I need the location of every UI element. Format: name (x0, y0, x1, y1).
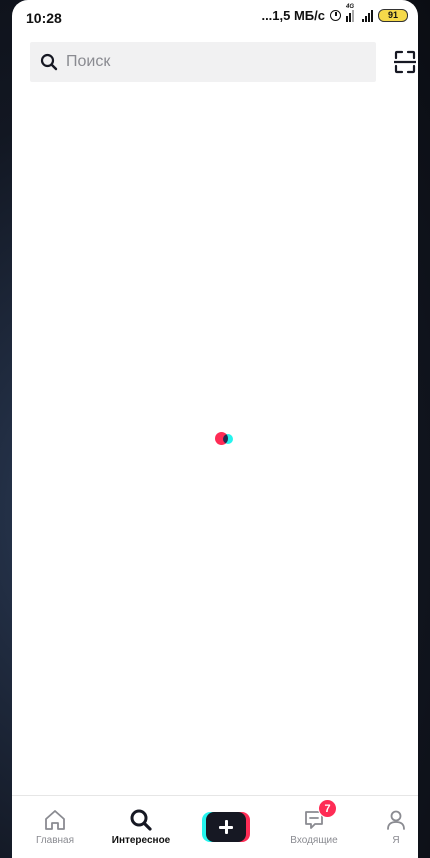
nav-home[interactable]: Главная (30, 796, 80, 858)
nav-home-label: Главная (35, 835, 75, 846)
signal-icon (362, 9, 373, 22)
search-icon (40, 53, 58, 71)
nav-discover-label: Интересное (111, 835, 171, 846)
app-screen: 10:28 ...1,5 МБ/с 4G 91 Поиск Главная Ин… (12, 0, 418, 858)
inbox-badge: 7 (318, 799, 337, 818)
loader-cyan-dot (223, 434, 233, 444)
search-placeholder: Поиск (66, 53, 111, 70)
status-bar: 10:28 ...1,5 МБ/с 4G 91 (12, 0, 418, 38)
profile-icon (387, 810, 405, 830)
network-speed: ...1,5 МБ/с (261, 8, 325, 23)
nav-profile[interactable]: Я (378, 796, 414, 858)
loading-indicator (215, 431, 237, 447)
battery-icon: 91 (378, 9, 408, 22)
nav-inbox-label: Входящие (290, 835, 338, 846)
status-indicators: ...1,5 МБ/с 4G 91 (261, 4, 408, 23)
network-type: 4G (346, 3, 355, 10)
search-input[interactable]: Поиск (30, 42, 376, 82)
signal-4g-icon: 4G (346, 4, 357, 22)
scan-icon[interactable] (394, 50, 416, 74)
home-icon (45, 810, 65, 830)
nav-discover[interactable]: Интересное (106, 796, 176, 858)
nav-profile-label: Я (392, 835, 400, 846)
search-icon (130, 809, 152, 831)
plus-icon (219, 820, 233, 834)
status-time: 10:28 (26, 10, 62, 26)
create-button[interactable] (202, 812, 250, 842)
alarm-icon (330, 10, 341, 21)
